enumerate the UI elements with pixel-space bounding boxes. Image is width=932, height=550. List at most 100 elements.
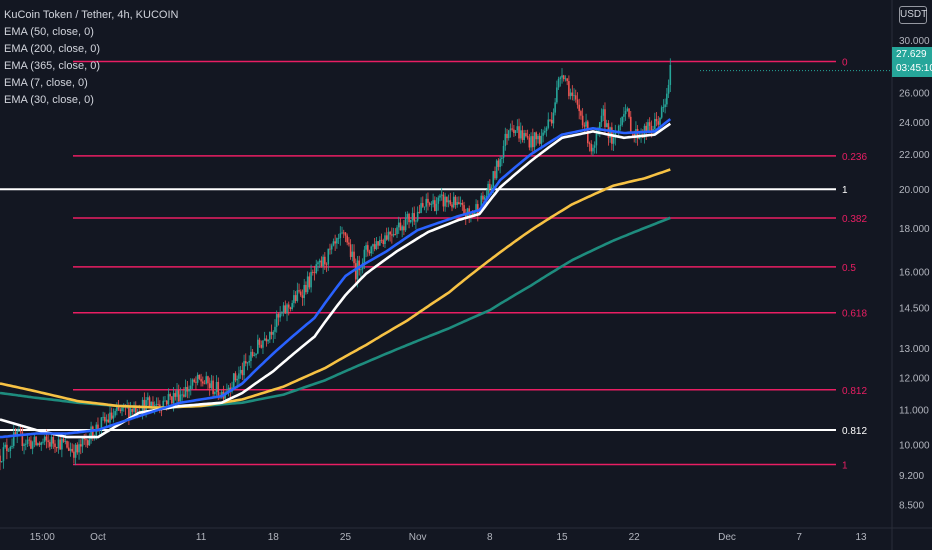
candle-body	[26, 439, 29, 444]
legend-ema-365[interactable]: EMA (365, close, 0)	[4, 58, 178, 75]
candle-body	[105, 419, 108, 422]
candle-body	[523, 133, 526, 140]
candle-body	[487, 183, 489, 196]
candle-body	[511, 128, 513, 130]
candle-body	[387, 231, 390, 240]
candle-body	[593, 145, 596, 148]
candle-body	[19, 431, 22, 433]
legend-ema-200[interactable]: EMA (200, close, 0)	[4, 41, 178, 58]
candle-body	[61, 438, 63, 450]
candle-body	[205, 376, 208, 384]
candle-body	[366, 245, 369, 252]
candle-body	[88, 439, 91, 446]
legend-ema-30[interactable]: EMA (30, close, 0)	[4, 92, 178, 109]
candle-body	[514, 130, 517, 134]
y-tick-label: 10.000	[899, 440, 930, 451]
candle-body	[399, 222, 402, 231]
candle-body	[217, 381, 220, 397]
y-tick-label: 18.000	[899, 224, 930, 235]
candle-body	[337, 238, 340, 239]
candle-body	[549, 119, 551, 121]
candle-body	[499, 158, 501, 167]
candle-body	[167, 394, 170, 405]
currency-button[interactable]: USDT	[899, 6, 927, 24]
candle-body	[384, 235, 386, 245]
candle-body	[449, 200, 452, 205]
candle-body	[521, 130, 524, 140]
candle-body	[588, 143, 591, 145]
x-tick-label: 15	[556, 532, 568, 543]
candle-body	[59, 439, 61, 450]
candle-body	[483, 196, 486, 200]
legend-ema-7[interactable]: EMA (7, close, 0)	[4, 75, 178, 92]
y-tick-label: 13.000	[899, 344, 930, 355]
x-tick-label: Oct	[90, 532, 106, 543]
candle-body	[446, 196, 448, 203]
candle-body	[301, 295, 304, 298]
candle-body	[66, 441, 68, 448]
candle-body	[660, 107, 663, 118]
candle-body	[329, 248, 331, 250]
candle-body	[354, 263, 357, 280]
candle-body	[372, 244, 374, 247]
candle-body	[542, 132, 544, 136]
candle-body	[629, 116, 632, 133]
candle-body	[533, 132, 536, 148]
candle-body	[24, 443, 27, 445]
candle-body	[396, 227, 398, 235]
candle-body	[415, 220, 417, 222]
candle-body	[102, 416, 104, 418]
candle-body	[191, 379, 194, 386]
candle-body	[310, 271, 312, 288]
candle-body	[30, 440, 32, 449]
candle-body	[375, 241, 378, 250]
candle-body	[289, 307, 292, 310]
candle-body	[40, 442, 43, 445]
candle-body	[85, 439, 87, 441]
legend-ema-50[interactable]: EMA (50, close, 0)	[4, 24, 178, 41]
candle-body	[585, 121, 587, 127]
candle-body	[458, 202, 460, 205]
candle-body	[397, 222, 400, 228]
candle-body	[600, 115, 603, 123]
candle-body	[513, 129, 515, 134]
x-tick-label: Dec	[718, 532, 736, 543]
candle-body	[260, 344, 263, 348]
candle-body	[573, 95, 575, 97]
candle-body	[117, 407, 120, 410]
candle-body	[23, 444, 25, 446]
candle-body	[456, 202, 458, 205]
candle-body	[423, 206, 426, 208]
fib-level-label: 0.812	[842, 426, 867, 437]
y-tick-label: 12.000	[899, 373, 930, 384]
candle-body	[409, 219, 412, 223]
candle-body	[461, 202, 464, 206]
candle-body	[439, 195, 441, 198]
candle-body	[507, 130, 510, 139]
candle-body	[339, 233, 342, 239]
candle-body	[341, 232, 343, 234]
candle-body	[0, 455, 1, 463]
candle-body	[667, 84, 670, 94]
candle-body	[74, 444, 77, 458]
candle-body	[239, 369, 242, 374]
legend-symbol[interactable]: KuCoin Token / Tether, 4h, KUCOIN	[4, 7, 178, 24]
candle-body	[382, 240, 385, 245]
x-tick-label: 22	[629, 532, 641, 543]
candle-body	[348, 242, 350, 245]
y-tick-label: 30.000	[899, 36, 930, 47]
candle-body	[562, 75, 565, 80]
fib-level-label: 1	[842, 185, 848, 196]
candle-body	[619, 124, 622, 126]
candle-body	[312, 271, 314, 273]
candle-body	[54, 443, 56, 447]
candle-body	[406, 213, 409, 219]
candle-body	[349, 244, 352, 257]
candle-body	[38, 443, 41, 445]
candle-body	[195, 381, 197, 383]
candle-body	[666, 93, 668, 105]
candle-body	[109, 412, 111, 423]
last-price-value: 27.629	[896, 49, 927, 60]
candle-body	[69, 448, 72, 451]
y-tick-label: 16.000	[899, 267, 930, 278]
